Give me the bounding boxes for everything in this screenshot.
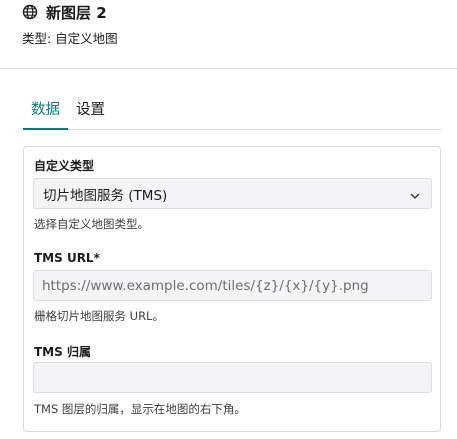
tab-data[interactable]: 数据 (23, 100, 68, 130)
tms-url-help: 栅格切片地图服务 URL。 (34, 309, 164, 323)
custom-type-label: 自定义类型 (34, 159, 95, 173)
tms-url-input[interactable] (33, 270, 432, 301)
tab-settings[interactable]: 设置 (68, 100, 113, 129)
layer-type-subtitle: 类型: 自定义地图 (22, 31, 118, 46)
chevron-down-icon (409, 189, 421, 199)
custom-type-value: 切片地图服务 (TMS) (43, 187, 168, 204)
layer-header: 新图层 2 类型: 自定义地图 (22, 3, 457, 47)
page-title: 新图层 2 (46, 3, 107, 22)
data-panel: 自定义类型 切片地图服务 (TMS) 选择自定义地图类型。 TMS URL* 栅… (23, 146, 441, 432)
tms-attribution-help: TMS 图层的归属，显示在地图的右下角。 (34, 402, 246, 416)
header-divider (0, 68, 457, 69)
tab-bar: 数据 设置 (23, 100, 441, 130)
custom-type-help: 选择自定义地图类型。 (34, 217, 149, 231)
tms-attribution-input[interactable] (33, 362, 432, 393)
tms-url-label: TMS URL* (34, 251, 100, 265)
tms-attribution-label: TMS 归属 (34, 345, 91, 359)
globe-icon (22, 4, 38, 20)
title-row: 新图层 2 (22, 3, 457, 22)
custom-type-select[interactable]: 切片地图服务 (TMS) (33, 178, 432, 209)
